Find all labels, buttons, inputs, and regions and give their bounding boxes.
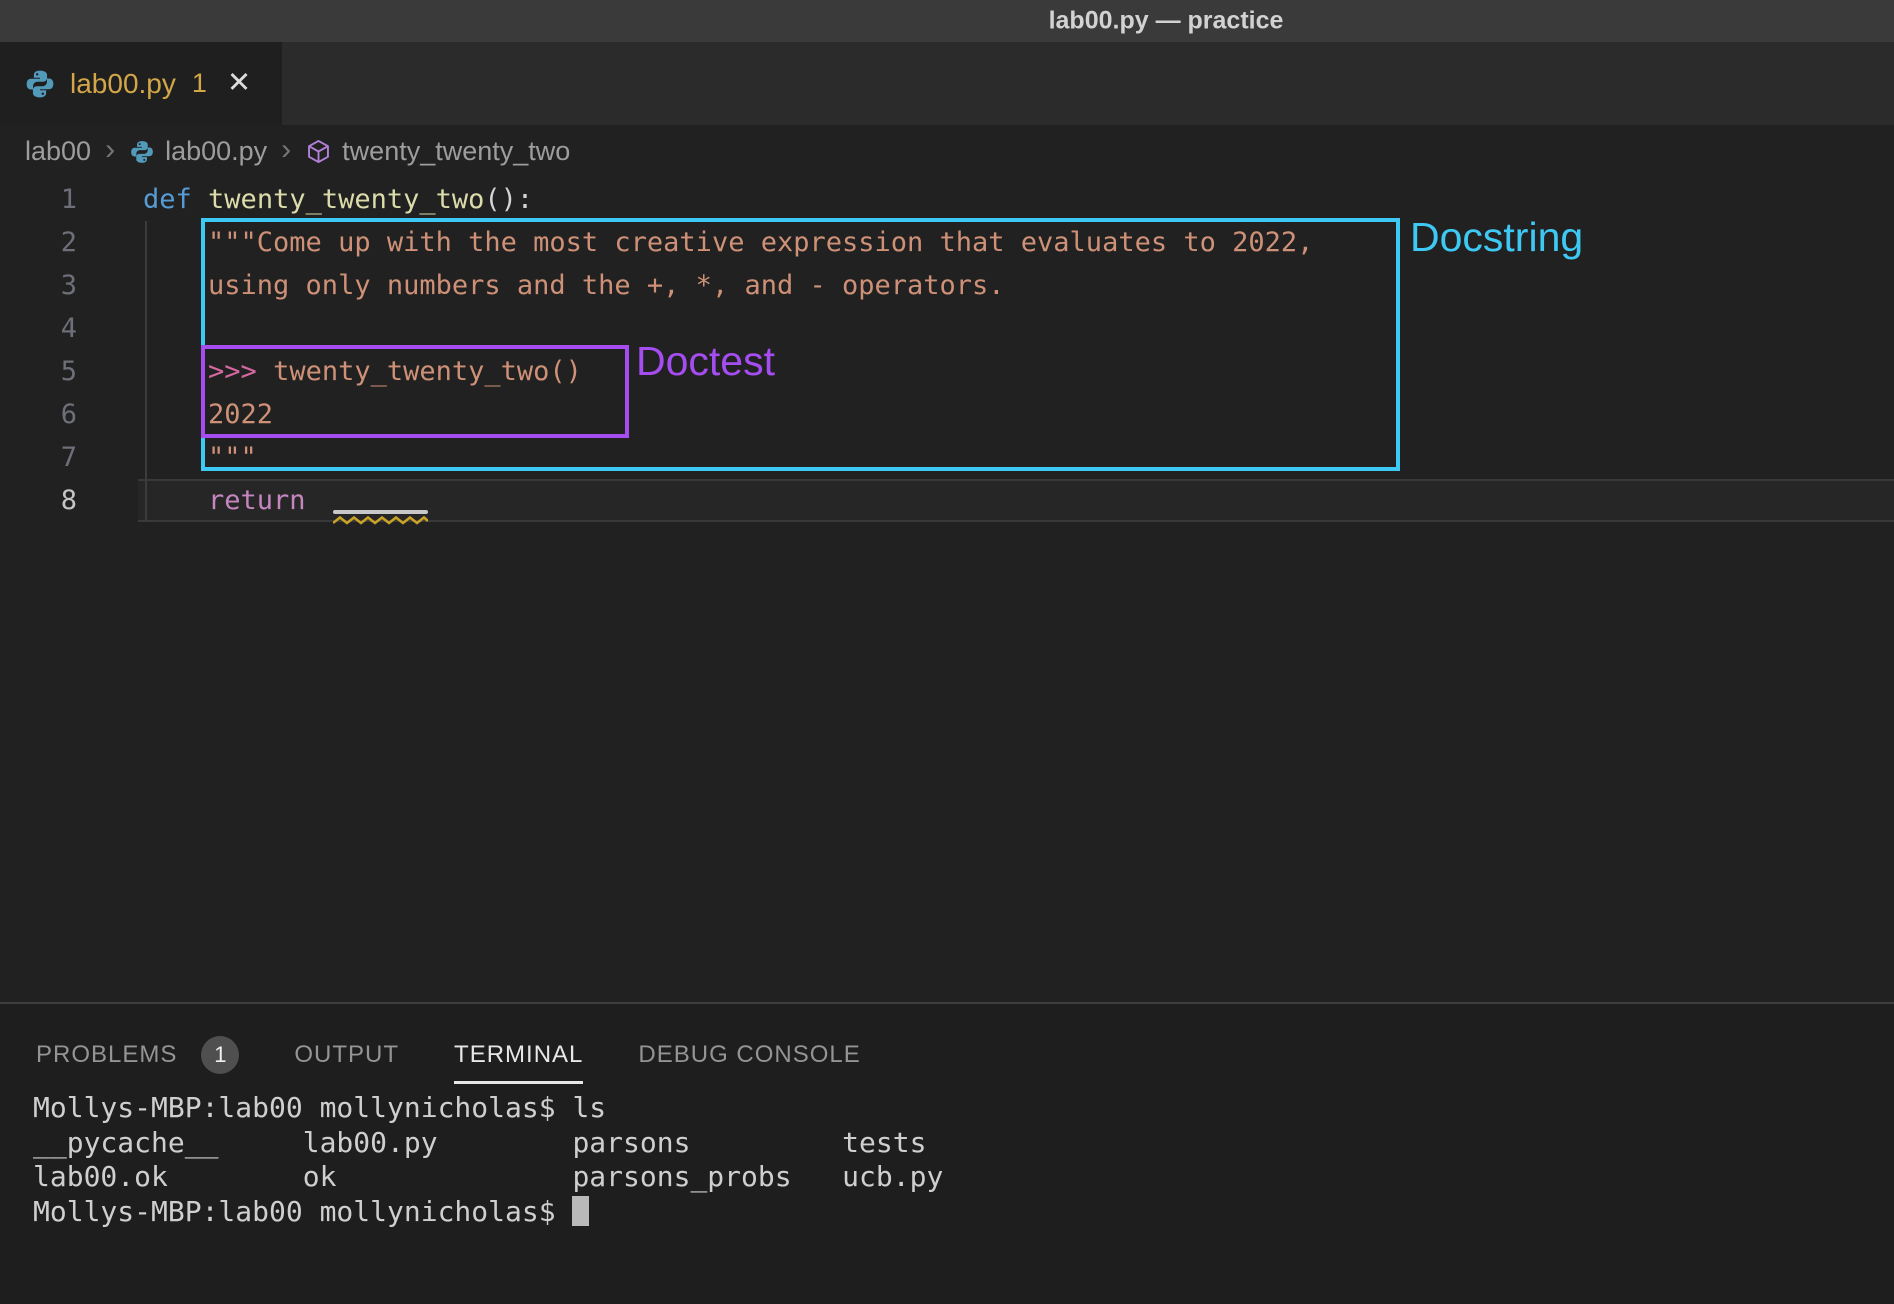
line-number: 3	[0, 264, 77, 307]
code-line[interactable]: 8 return	[0, 479, 1894, 522]
bottom-panel: PROBLEMS 1 OUTPUT TERMINAL DEBUG CONSOLE Mol…	[0, 1002, 1894, 1304]
doctest-annotation-label: Doctest	[636, 338, 775, 385]
breadcrumb-item-lab00[interactable]: lab00	[25, 136, 91, 167]
panel-tab-label: TERMINAL	[454, 1041, 583, 1069]
warning-squiggle	[333, 510, 428, 526]
terminal-output[interactable]: Mollys-MBP:lab00 mollynicholas$ ls__pyca…	[33, 1091, 943, 1229]
panel-tab-problems[interactable]: PROBLEMS 1	[36, 1026, 239, 1084]
tab-problem-badge: 1	[192, 68, 207, 99]
panel-tab-label: OUTPUT	[294, 1041, 399, 1069]
panel-tab-debug-console[interactable]: DEBUG CONSOLE	[638, 1026, 860, 1084]
docstring-annotation-label: Docstring	[1410, 214, 1583, 261]
window-title: lab00.py — practice	[1049, 7, 1284, 36]
breadcrumb-item-lab00py[interactable]: lab00.py	[129, 136, 267, 167]
terminal-cursor	[572, 1196, 589, 1226]
indent-guide	[145, 221, 147, 521]
tab-bar: lab00.py 1 ✕	[0, 42, 1894, 125]
line-number: 5	[0, 350, 77, 393]
terminal-line: lab00.ok ok parsons_probs ucb.py	[33, 1160, 943, 1195]
code-text: def twenty_twenty_two():	[143, 178, 533, 221]
chevron-right-icon: ›	[281, 133, 291, 171]
breadcrumb: lab00 › lab00.py › twenty_twenty_two	[25, 125, 570, 178]
panel-tab-label: DEBUG CONSOLE	[638, 1041, 860, 1069]
doctest-annotation-box	[201, 345, 629, 438]
tab-lab00py[interactable]: lab00.py 1 ✕	[0, 42, 282, 125]
line-number: 7	[0, 436, 77, 479]
line-number: 6	[0, 393, 77, 436]
code-text: return	[143, 479, 306, 522]
panel-tab-label: PROBLEMS	[36, 1041, 177, 1069]
whitespace-highlight-bar	[333, 510, 428, 514]
line-number: 4	[0, 307, 77, 350]
panel-tab-bar: PROBLEMS 1 OUTPUT TERMINAL DEBUG CONSOLE	[0, 1004, 1894, 1084]
problems-count-badge: 1	[201, 1036, 239, 1074]
namespace-cube-icon	[305, 138, 332, 165]
line-number: 8	[0, 479, 77, 522]
line-number: 1	[0, 178, 77, 221]
terminal-line: Mollys-MBP:lab00 mollynicholas$ ls	[33, 1091, 943, 1126]
tab-file-name: lab00.py	[70, 68, 176, 100]
line-number: 2	[0, 221, 77, 264]
code-line[interactable]: 1 def twenty_twenty_two():	[0, 178, 1894, 221]
panel-tab-output[interactable]: OUTPUT	[294, 1026, 399, 1084]
close-icon[interactable]: ✕	[227, 69, 251, 98]
title-bar: lab00.py — practice	[0, 0, 1894, 42]
terminal-line: Mollys-MBP:lab00 mollynicholas$	[33, 1195, 943, 1230]
chevron-right-icon: ›	[105, 133, 115, 171]
panel-tab-terminal[interactable]: TERMINAL	[454, 1026, 583, 1084]
breadcrumb-item-symbol[interactable]: twenty_twenty_two	[305, 136, 570, 167]
python-icon	[24, 68, 56, 100]
python-icon	[129, 139, 155, 165]
terminal-line: __pycache__ lab00.py parsons tests	[33, 1126, 943, 1161]
